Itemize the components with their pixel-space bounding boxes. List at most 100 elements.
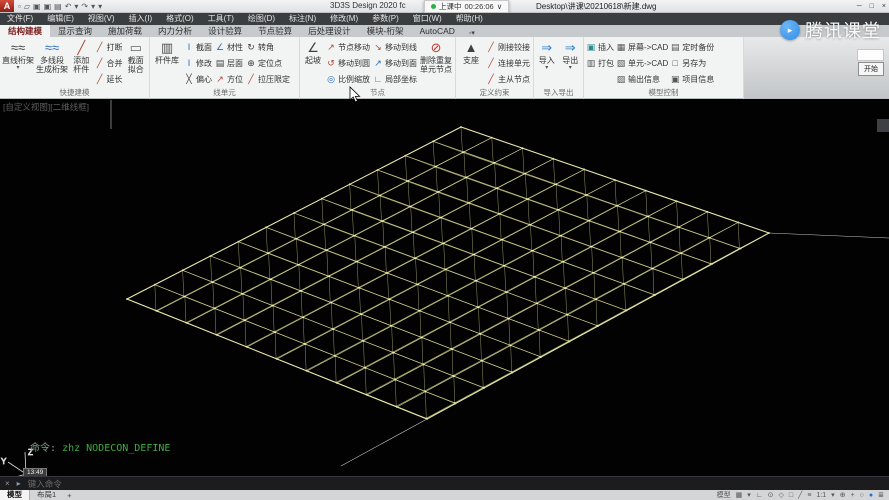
undo-caret-icon[interactable]: ▾: [74, 2, 78, 11]
polar-tracking-icon[interactable]: ⊙: [768, 491, 774, 499]
ribbon-button[interactable]: ↗ 节点移动: [326, 39, 370, 55]
customize-icon[interactable]: ≣: [878, 491, 884, 499]
ribbon-button[interactable]: ▣ 插入: [586, 39, 614, 55]
viewport-control[interactable]: [877, 119, 889, 132]
ribbon-button[interactable]: ◎ 比例缩放: [326, 71, 370, 87]
undo-icon[interactable]: ↶: [65, 2, 72, 11]
command-input[interactable]: 键入命令: [28, 478, 62, 490]
ribbon-tab[interactable]: 施加荷载: [100, 25, 150, 37]
ribbon-tab[interactable]: 结构建模: [0, 25, 51, 37]
scale-label[interactable]: 1:1: [816, 492, 826, 499]
print-icon[interactable]: ▤: [54, 2, 62, 11]
ribbon-button[interactable]: ▣ 项目信息: [670, 71, 714, 87]
autocad-logo-icon[interactable]: A: [0, 0, 14, 12]
new-file-icon[interactable]: ▫: [18, 2, 21, 11]
ribbon-button[interactable]: ▤ 定时备份: [670, 39, 714, 55]
ribbon-button[interactable]: ╱ 打断: [95, 39, 123, 55]
ribbon-button[interactable]: ╱ 刚接铰接: [486, 39, 530, 55]
ribbon-button[interactable]: I 截面: [184, 39, 212, 55]
ribbon-button[interactable]: ≈≈ 直线桁架 ▾: [2, 39, 34, 71]
ribbon-button[interactable]: ▥ 杆件库: [152, 39, 182, 65]
menu-item[interactable]: 修改(M): [323, 13, 365, 25]
ribbon-button[interactable]: ╱ 延长: [95, 71, 123, 87]
ribbon-button[interactable]: ↗ 移动到面: [373, 55, 417, 71]
snap-caret-icon[interactable]: ▾: [747, 491, 751, 499]
space-frame-viewport[interactable]: ZY: [0, 99, 889, 490]
annotation-caret-icon[interactable]: ▾: [831, 491, 835, 499]
menu-item[interactable]: 工具(T): [201, 13, 241, 25]
close-icon[interactable]: ×: [5, 479, 10, 488]
new-layout-button[interactable]: +: [63, 491, 75, 500]
ribbon-tab[interactable]: AutoCAD: [411, 25, 462, 37]
save-icon[interactable]: ▣: [33, 2, 41, 11]
ribbon-button[interactable]: ∠ 材性: [215, 39, 243, 55]
ribbon-button[interactable]: ∠ 起坡: [302, 39, 324, 65]
menu-item[interactable]: 格式(O): [159, 13, 201, 25]
class-session-overlay[interactable]: 上课中 00:26:06 ∨: [424, 0, 510, 13]
ribbon-button[interactable]: I 修改: [184, 55, 212, 71]
ribbon-tab[interactable]: 节点验算: [250, 25, 300, 37]
menu-item[interactable]: 窗口(W): [406, 13, 449, 25]
menu-item[interactable]: 编辑(E): [40, 13, 81, 25]
ribbon-tab[interactable]: 显示查询: [50, 25, 100, 37]
ribbon-button[interactable]: ╱ 连接单元: [486, 55, 530, 71]
ribbon-button[interactable]: ▦ 屏幕->CAD: [616, 39, 669, 55]
menu-item[interactable]: 标注(N): [282, 13, 323, 25]
qat-menu-icon[interactable]: ▾: [98, 2, 102, 11]
close-button[interactable]: ×: [882, 3, 886, 10]
ribbon-tab[interactable]: 内力分析: [150, 25, 200, 37]
grid-icon[interactable]: ▦: [736, 491, 743, 499]
ribbon-button[interactable]: ▧ 单元->CAD: [616, 55, 669, 71]
ribbon-button[interactable]: ∟ 局部坐标: [373, 71, 417, 87]
ribbon-button[interactable]: ↺ 移动到圆: [326, 55, 370, 71]
maximize-button[interactable]: □: [870, 3, 874, 10]
layout-tab[interactable]: 模型: [0, 490, 30, 500]
ribbon-button[interactable]: ▨ 输出信息: [616, 71, 668, 87]
isodraft-icon[interactable]: ◇: [779, 491, 784, 499]
ribbon-button[interactable]: ⊕ 定位点: [246, 55, 290, 71]
ortho-icon[interactable]: ∟: [756, 492, 763, 499]
annotation-plus-icon[interactable]: +: [851, 492, 855, 499]
ribbon-button[interactable]: ⊘ 删除重复 单元节点: [419, 39, 453, 74]
layout-tab[interactable]: 布局1: [30, 490, 63, 500]
ribbon-button[interactable]: ↘ 移动到线: [373, 39, 417, 55]
ribbon-button[interactable]: ≈≈ 多线段 生成桁架: [36, 39, 68, 74]
ribbon-button[interactable]: ╱ 合并: [95, 55, 123, 71]
save-as-icon[interactable]: ▣: [44, 2, 52, 11]
drawing-canvas[interactable]: ZY [自定义视图][二维线框] 命令: zhz NODECON_DEFINE …: [0, 99, 889, 490]
otrack-icon[interactable]: ╱: [798, 491, 802, 499]
ribbon-button[interactable]: ╳ 偏心: [184, 71, 212, 87]
ribbon-button[interactable]: ⇒ 导出 ▾: [560, 39, 582, 71]
workspace-icon[interactable]: ⊕: [840, 491, 846, 499]
menu-item[interactable]: 绘图(D): [241, 13, 282, 25]
ribbon-button[interactable]: ╱ 添加 杆件: [70, 39, 92, 74]
minimize-button[interactable]: ─: [857, 3, 862, 10]
ribbon-button[interactable]: ▲ 支座: [458, 39, 484, 65]
start-button[interactable]: 开始: [858, 62, 884, 76]
ribbon-button[interactable]: ⇒ 导入 ▾: [536, 39, 558, 71]
lineweight-icon[interactable]: ≡: [807, 492, 811, 499]
ribbon-tab[interactable]: 模块-桁架: [359, 25, 412, 37]
open-file-icon[interactable]: ▱: [24, 2, 30, 11]
ribbon-button[interactable]: ╱ 主从节点: [486, 71, 530, 87]
ribbon-tab[interactable]: 设计验算: [200, 25, 250, 37]
menu-item[interactable]: 视图(V): [81, 13, 122, 25]
ribbon-button[interactable]: ↗ 方位: [215, 71, 243, 87]
isolate-icon[interactable]: ○: [860, 492, 864, 499]
ribbon-button[interactable]: ↻ 转角: [246, 39, 290, 55]
ribbon-overflow-icon[interactable]: ▫▾: [463, 29, 481, 37]
menu-item[interactable]: 文件(F): [0, 13, 40, 25]
viewport-label[interactable]: [自定义视图][二维线框]: [3, 101, 89, 113]
ribbon-button[interactable]: ▥ 打包: [586, 55, 614, 71]
redo-icon[interactable]: ↷: [81, 2, 88, 11]
ribbon-button[interactable]: ╱ 拉压限定: [246, 71, 290, 87]
menu-item[interactable]: 帮助(H): [449, 13, 490, 25]
ribbon-button[interactable]: ▤ 层面: [215, 55, 243, 71]
osnap-icon[interactable]: □: [789, 492, 793, 499]
menu-item[interactable]: 参数(P): [365, 13, 406, 25]
ribbon-button[interactable]: ▭ 截面 拟合: [125, 39, 147, 74]
menu-item[interactable]: 插入(I): [122, 13, 160, 25]
ribbon-button[interactable]: □ 另存为: [670, 55, 714, 71]
chevron-down-icon[interactable]: ∨: [497, 2, 503, 11]
recording-dot[interactable]: ●: [869, 492, 873, 499]
